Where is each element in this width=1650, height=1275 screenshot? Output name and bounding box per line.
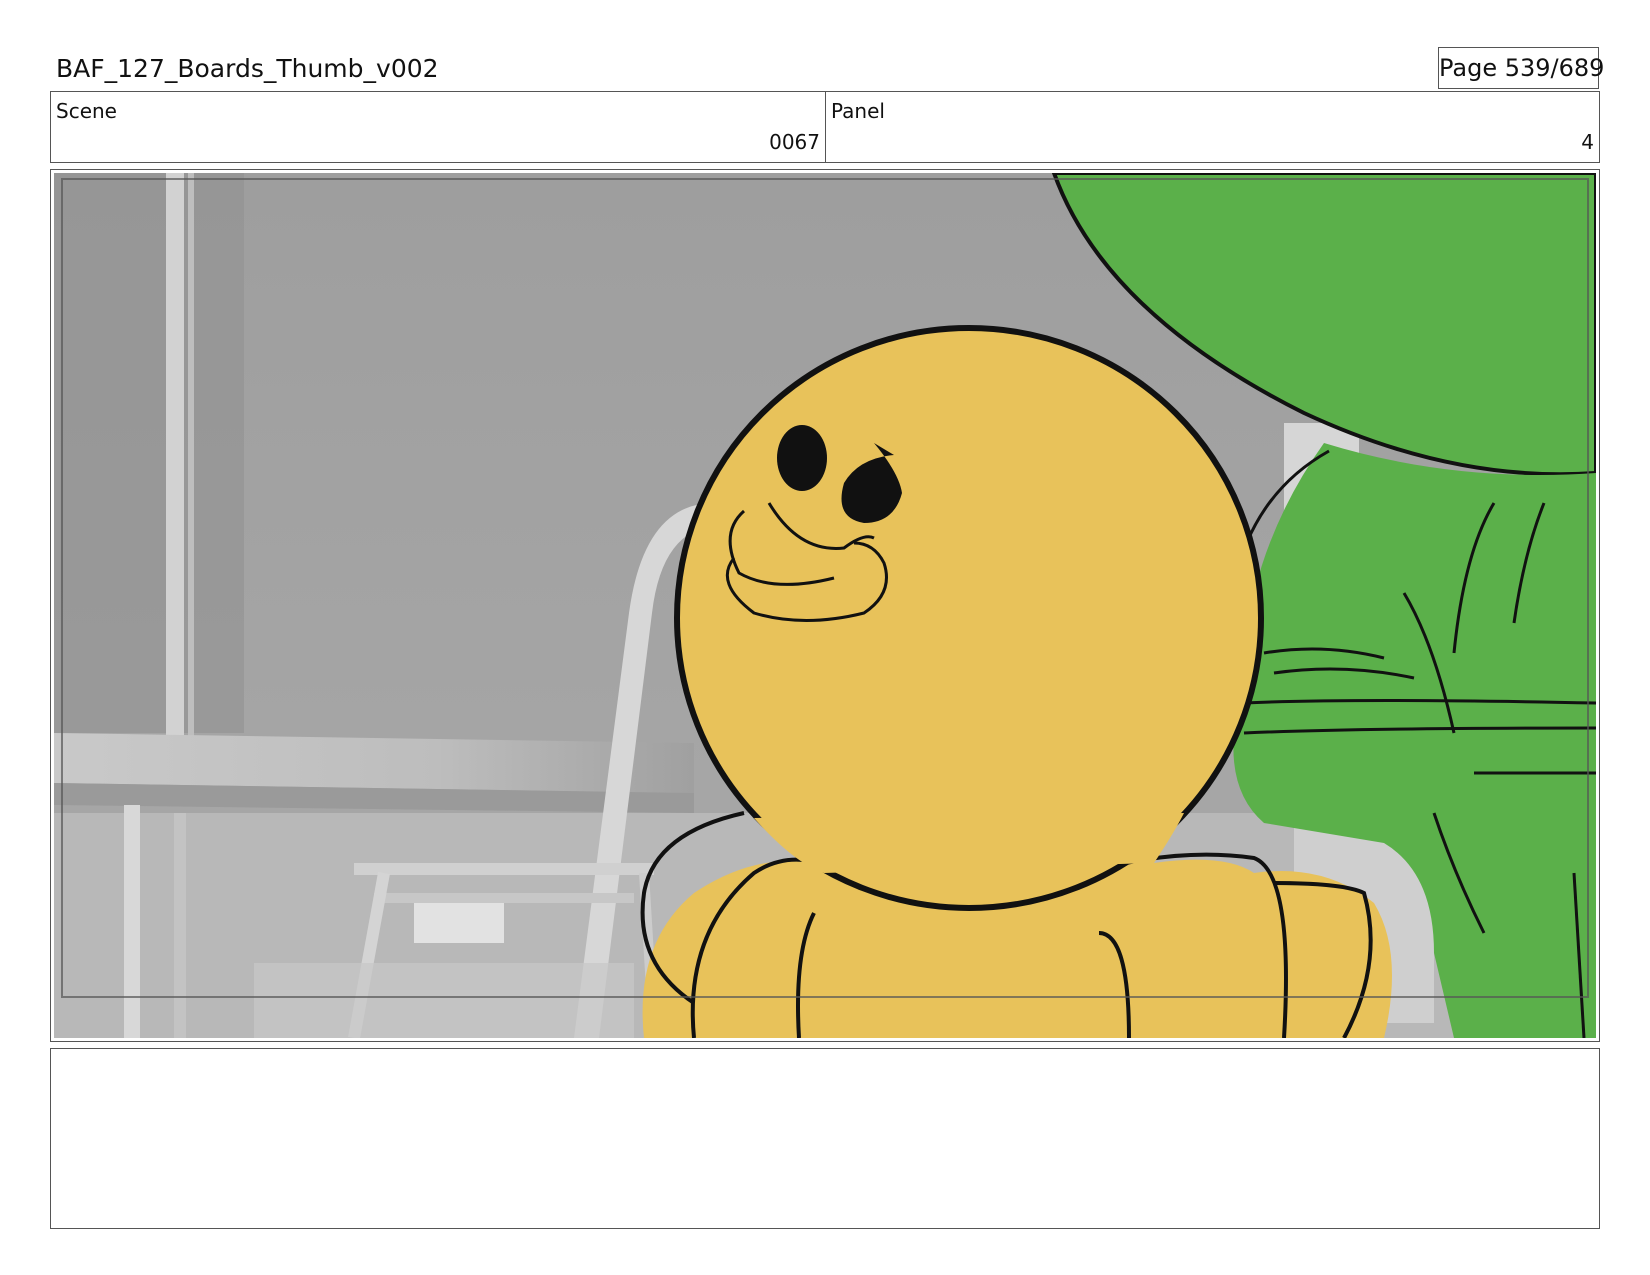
storyboard-artwork: [54, 173, 1596, 1038]
storyboard-frame: [50, 169, 1600, 1042]
scene-label: Scene: [56, 99, 117, 123]
character-eye-left: [777, 425, 827, 491]
document-title: BAF_127_Boards_Thumb_v002: [56, 54, 439, 83]
scene-number: 0067: [769, 130, 820, 154]
panel-cell: Panel 4: [826, 92, 1599, 162]
scene-panel-info-row: Scene 0067 Panel 4: [50, 91, 1600, 163]
notes-box: [50, 1048, 1600, 1229]
page-number-box: Page 539/689: [1438, 47, 1604, 89]
panel-number: 4: [1581, 130, 1594, 154]
panel-label: Panel: [831, 99, 885, 123]
scene-cell: Scene 0067: [51, 92, 826, 162]
